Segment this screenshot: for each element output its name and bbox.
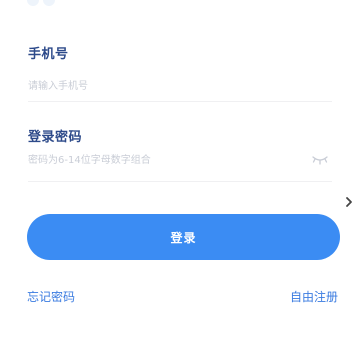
login-button[interactable]: 登录 bbox=[27, 214, 340, 260]
decoration-dot bbox=[43, 0, 55, 6]
decoration-dot bbox=[27, 0, 39, 6]
chevron-right-icon[interactable] bbox=[342, 195, 356, 211]
password-label: 登录密码 bbox=[28, 130, 83, 145]
phone-input[interactable] bbox=[28, 76, 328, 96]
password-input[interactable] bbox=[28, 150, 298, 170]
eye-closed-icon[interactable] bbox=[310, 152, 330, 166]
password-divider bbox=[28, 181, 332, 182]
register-link[interactable]: 自由注册 bbox=[290, 288, 338, 305]
login-screen: 手机号 登录密码 登录 忘记密码 自由注册 bbox=[0, 0, 360, 360]
forgot-password-link[interactable]: 忘记密码 bbox=[27, 288, 75, 305]
phone-label: 手机号 bbox=[28, 47, 69, 62]
top-decoration bbox=[27, 0, 67, 6]
phone-divider bbox=[28, 101, 332, 102]
